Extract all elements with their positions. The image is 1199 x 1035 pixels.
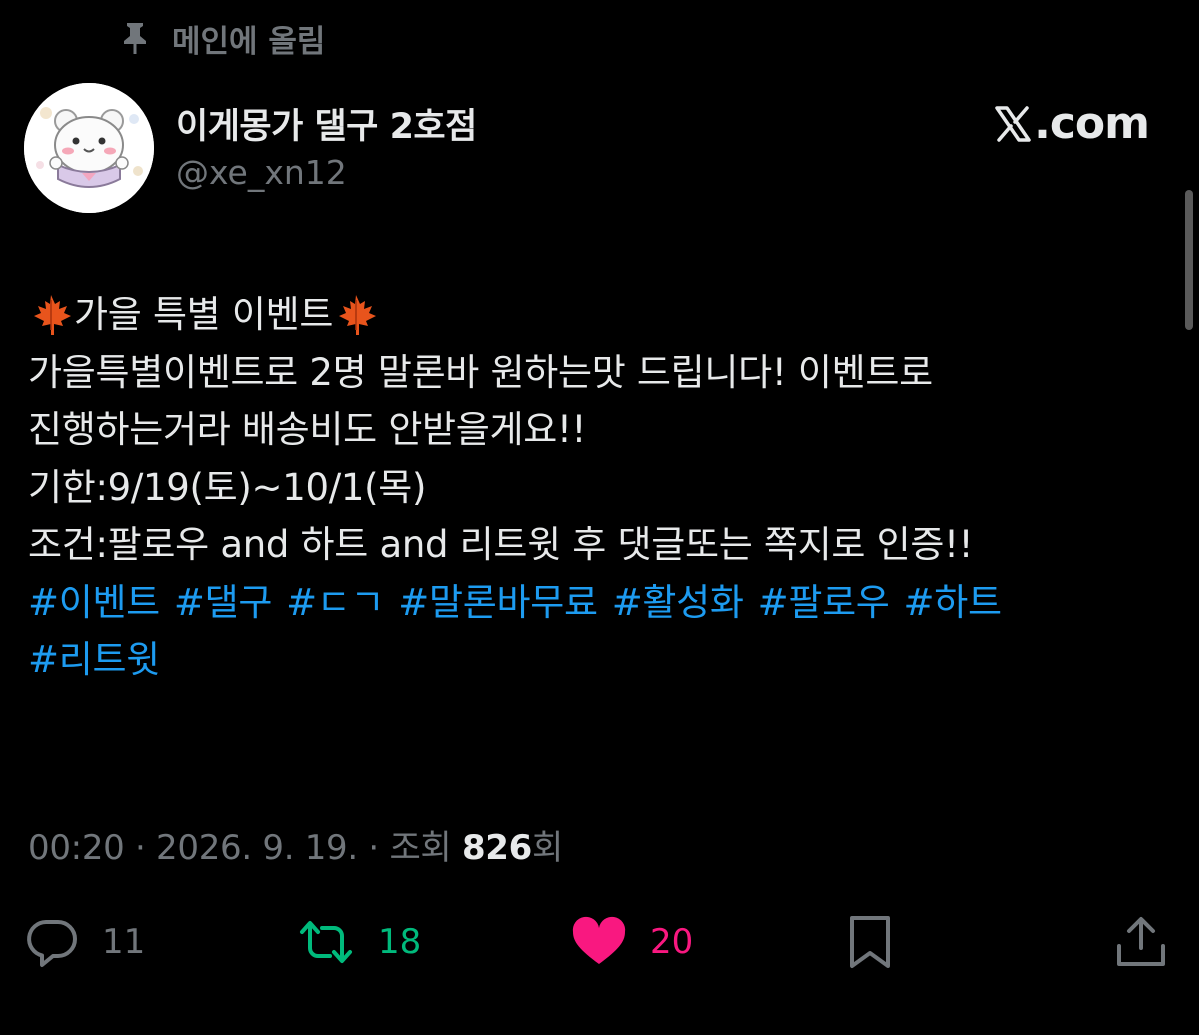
tweet-title: 가을 특별 이벤트 [74,293,334,336]
hashtag-link[interactable]: #팔로우 [758,574,890,632]
views-label: 조회 [389,828,452,868]
tweet-line: 가을특별이벤트로 2명 말론바 원하는맛 드립니다! 이벤트로 [28,350,933,394]
brand-watermark: .com [994,98,1150,149]
hashtag-line: #리트윗 [28,631,1178,689]
meta-separator: · [368,828,379,868]
tweet-line: 진행하는거라 배송비도 안받을게요!! [28,408,587,451]
meta-separator: · [135,828,146,868]
hashtag-link[interactable]: #말론바무료 [398,574,598,632]
like-button[interactable]: 20 [570,910,693,974]
pin-icon [120,21,150,55]
tweet-meta: 00:20 · 2026. 9. 19. · 조회 826회 [28,820,563,869]
reply-icon [24,914,80,970]
hashtag-link[interactable]: #하트 [904,574,1002,632]
share-icon [1114,914,1168,970]
tweet-time[interactable]: 00:20 [28,828,125,868]
action-bar: 11 18 20 [0,910,1199,974]
avatar[interactable] [24,83,154,213]
brand-text: .com [1034,98,1150,149]
hashtag-link[interactable]: #리트윗 [28,631,160,689]
share-button[interactable] [1114,910,1168,974]
tweet-title-line: 가을 특별 이벤트 [28,286,1178,344]
pinned-indicator: 메인에 올림 [120,14,325,62]
hashtag-link[interactable]: #ㄷㄱ [286,574,384,632]
bookmark-button[interactable] [846,910,894,974]
tweet-line: 기한:9/19(토)~10/1(목) [28,465,427,509]
retweet-count: 18 [378,922,422,962]
user-handle[interactable]: @xe_xn12 [176,153,347,192]
maple-leaf-icon [333,292,379,338]
tweet-text: 가을 특별 이벤트 가을특별이벤트로 2명 말론바 원하는맛 드립니다! 이벤트… [28,286,1178,689]
reply-button[interactable]: 11 [24,910,145,974]
display-name[interactable]: 이게몽가 댈구 2호점 [176,98,477,149]
hashtag-line: #이벤트 #댈구 #ㄷㄱ #말론바무료 #활성화 #팔로우 #하트 [28,574,1178,632]
views-suffix: 회 [532,828,563,868]
retweet-icon [296,914,356,970]
hashtag-link[interactable]: #활성화 [612,574,744,632]
pinned-label: 메인에 올림 [172,23,326,60]
tweet-line: 조건:팔로우 and 하트 and 리트윗 후 댓글또는 쪽지로 인증!! [28,523,974,566]
bookmark-icon [846,914,894,970]
scrollbar[interactable] [1185,190,1193,330]
x-logo-icon [994,105,1034,143]
views-count: 826 [461,828,533,868]
hashtag-link[interactable]: #이벤트 [28,574,160,632]
reply-count: 11 [102,922,146,962]
maple-leaf-icon [28,292,74,338]
hashtag-link[interactable]: #댈구 [174,574,272,632]
like-count: 20 [650,922,694,962]
retweet-button[interactable]: 18 [296,910,421,974]
heart-icon [570,914,628,970]
tweet-date[interactable]: 2026. 9. 19. [156,828,358,868]
